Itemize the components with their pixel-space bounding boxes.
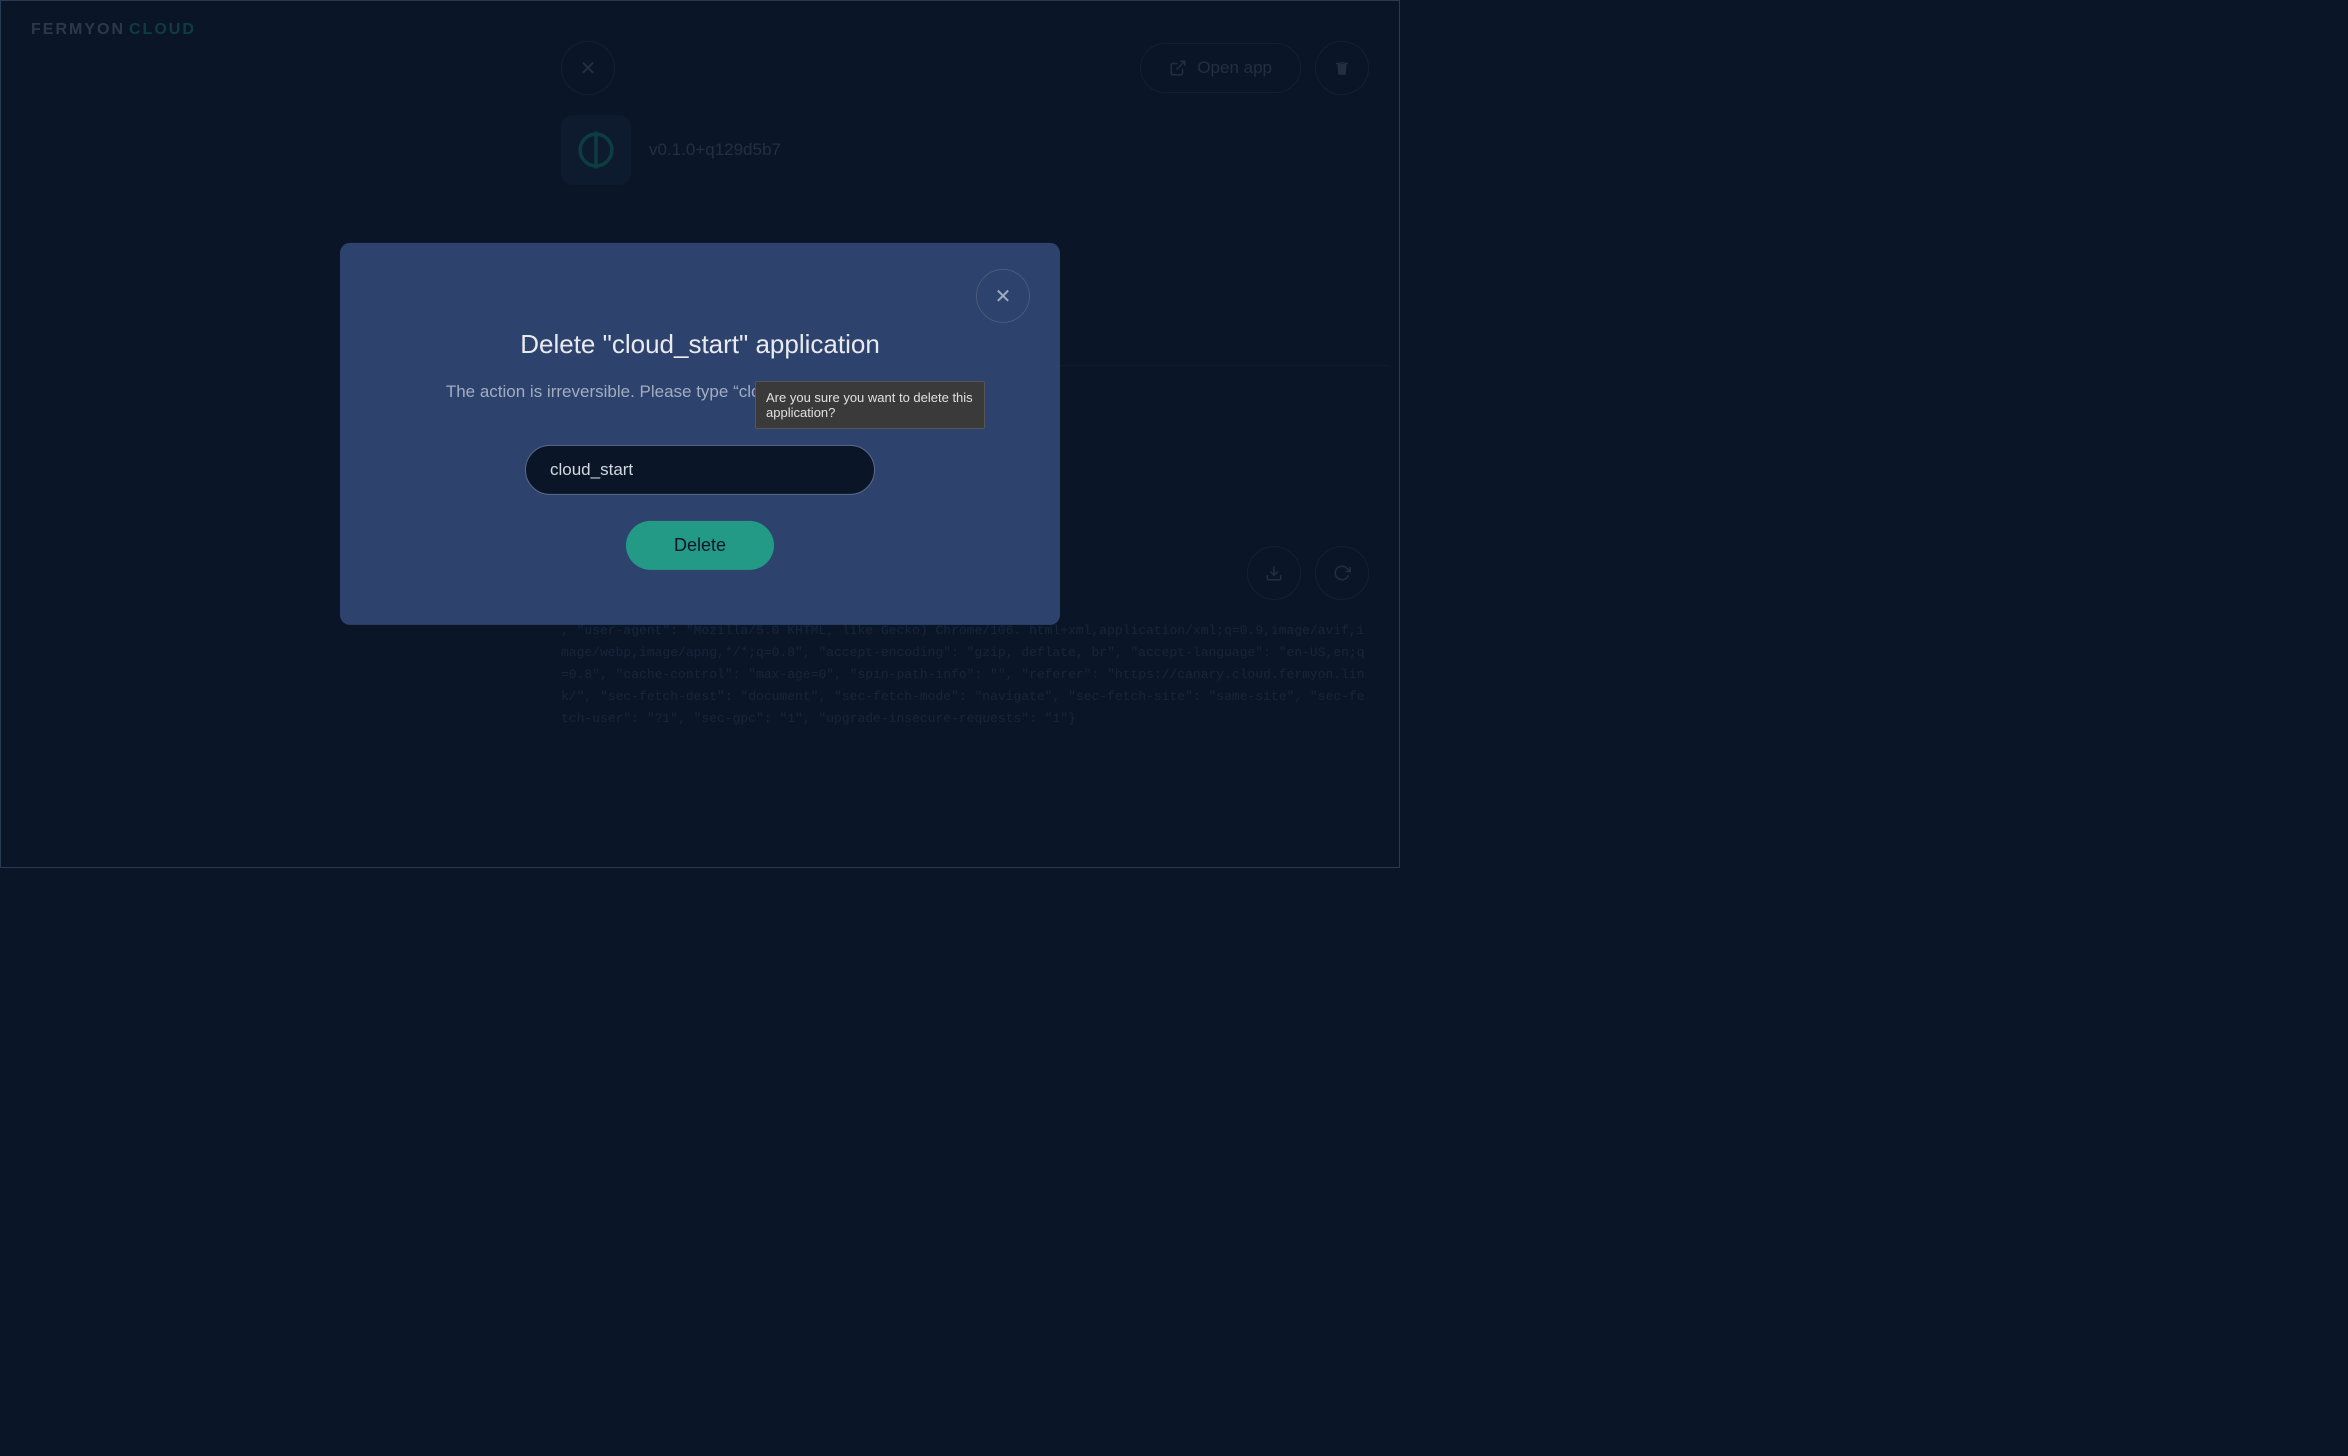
delete-tooltip: Are you sure you want to delete this app… [755,381,985,429]
modal-close-button[interactable]: ✕ [976,269,1030,323]
delete-confirmation-modal: ✕ Delete "cloud_start" application The a… [340,243,1060,625]
confirmation-input[interactable] [525,445,875,495]
close-icon: ✕ [995,283,1012,308]
modal-title: Delete "cloud_start" application [410,329,990,360]
confirm-delete-button[interactable]: Delete [626,521,774,570]
